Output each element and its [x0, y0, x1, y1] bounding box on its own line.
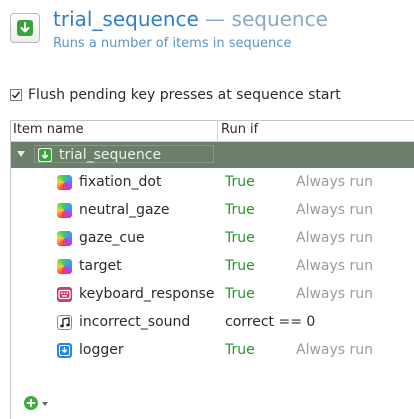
sequence-editor: trial_sequence — sequence Runs a number …: [0, 0, 414, 419]
title-separator: —: [205, 7, 226, 31]
row-run-if[interactable]: True: [225, 286, 255, 302]
row-item-name: neutral_gaze: [79, 202, 170, 218]
row-item-name: gaze_cue: [79, 230, 145, 246]
keyboard-icon: [57, 287, 72, 302]
logger-icon: [57, 343, 72, 358]
row-run-mode[interactable]: Always run: [296, 230, 373, 246]
sequence-item-tree[interactable]: Item name Run if trial_sequence fixation…: [10, 120, 414, 419]
tree-parent-row[interactable]: trial_sequence: [11, 142, 414, 168]
page-title: trial_sequence — sequence: [53, 7, 328, 31]
row-run-if[interactable]: True: [225, 342, 255, 358]
sketchpad-icon: [57, 259, 72, 274]
row-run-if[interactable]: True: [225, 230, 255, 246]
flush-checkbox[interactable]: [10, 89, 22, 101]
table-row[interactable]: target True Always run: [11, 253, 414, 281]
sound-icon: [57, 315, 72, 330]
row-run-if[interactable]: True: [225, 202, 255, 218]
row-run-mode[interactable]: Always run: [296, 202, 373, 218]
column-divider[interactable]: [217, 121, 218, 141]
table-row[interactable]: keyboard_response True Always run: [11, 281, 414, 309]
tree-header: Item name Run if: [11, 121, 414, 142]
table-row[interactable]: fixation_dot True Always run: [11, 169, 414, 197]
row-run-if[interactable]: correct == 0: [225, 314, 315, 330]
sequence-down-arrow-icon: [10, 13, 40, 43]
collapse-arrow-icon[interactable]: [17, 151, 25, 157]
row-run-mode[interactable]: Always run: [296, 286, 373, 302]
parent-item-label: trial_sequence: [59, 147, 162, 163]
row-run-mode[interactable]: Always run: [296, 258, 373, 274]
flush-keypress-option[interactable]: Flush pending key presses at sequence st…: [10, 87, 341, 103]
row-item-name: logger: [79, 342, 124, 358]
row-run-if[interactable]: True: [225, 258, 255, 274]
sketchpad-icon: [57, 231, 72, 246]
flush-checkbox-label: Flush pending key presses at sequence st…: [28, 87, 341, 103]
table-row[interactable]: gaze_cue True Always run: [11, 225, 414, 253]
item-name-title[interactable]: trial_sequence: [53, 7, 199, 31]
row-item-name: fixation_dot: [79, 174, 162, 190]
row-item-name: target: [79, 258, 122, 274]
row-run-mode[interactable]: Always run: [296, 174, 373, 190]
column-header-item-name[interactable]: Item name: [13, 122, 84, 137]
table-row[interactable]: logger True Always run: [11, 337, 414, 365]
table-row[interactable]: incorrect_sound correct == 0: [11, 309, 414, 337]
add-item-icon[interactable]: [24, 396, 38, 410]
chevron-down-icon[interactable]: [42, 402, 48, 406]
item-type-title: sequence: [231, 7, 328, 31]
sequence-icon: [38, 148, 52, 162]
row-item-name: keyboard_response: [79, 286, 215, 302]
sketchpad-icon: [57, 203, 72, 218]
row-run-if[interactable]: True: [225, 174, 255, 190]
sketchpad-icon: [57, 175, 72, 190]
item-description[interactable]: Runs a number of items in sequence: [53, 36, 291, 51]
column-header-run-if[interactable]: Run if: [221, 122, 258, 137]
row-run-mode[interactable]: Always run: [296, 342, 373, 358]
row-item-name: incorrect_sound: [79, 314, 191, 330]
table-row[interactable]: neutral_gaze True Always run: [11, 197, 414, 225]
